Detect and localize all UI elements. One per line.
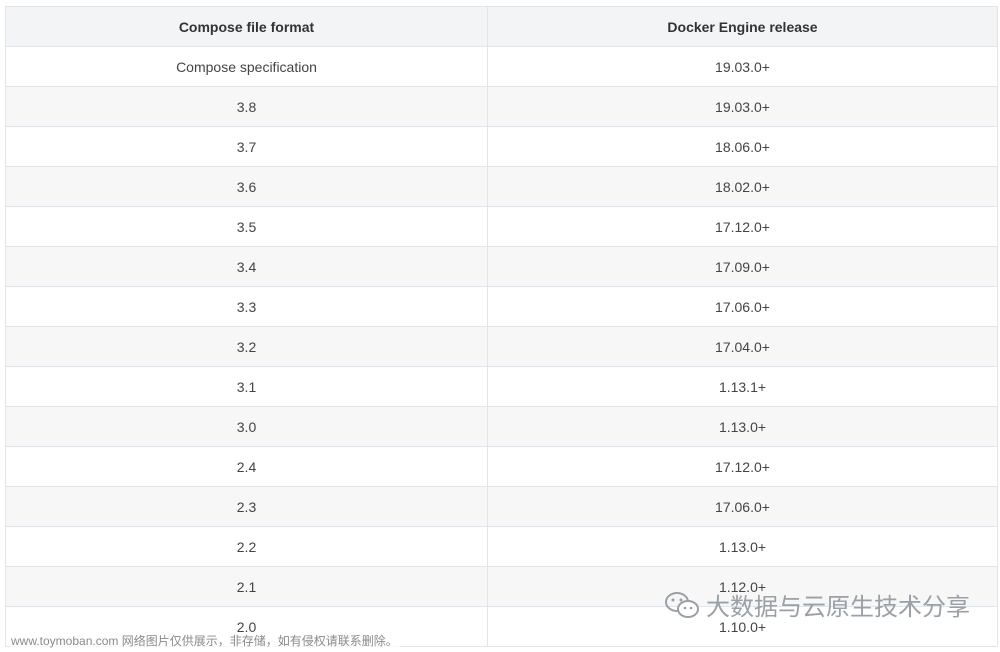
table-row: 3.1 1.13.1+ (5, 366, 998, 407)
cell-compose-format: 2.1 (5, 566, 488, 607)
cell-compose-format: Compose specification (5, 46, 488, 87)
cell-engine-release: 17.12.0+ (487, 206, 998, 247)
cell-engine-release: 1.13.0+ (487, 526, 998, 567)
header-docker-engine-release: Docker Engine release (487, 6, 998, 47)
table-row: 3.8 19.03.0+ (5, 86, 998, 127)
cell-engine-release: 19.03.0+ (487, 46, 998, 87)
account-watermark: 大数据与云原生技术分享 (664, 587, 970, 622)
wechat-icon (664, 590, 700, 620)
cell-engine-release: 1.13.0+ (487, 406, 998, 447)
site-watermark: www.toymoban.com 网络图片仅供展示，非存储，如有侵权请联系删除。 (9, 632, 400, 649)
cell-engine-release: 17.06.0+ (487, 286, 998, 327)
cell-engine-release: 18.02.0+ (487, 166, 998, 207)
table-header-row: Compose file format Docker Engine releas… (5, 6, 998, 47)
cell-compose-format: 3.6 (5, 166, 488, 207)
cell-engine-release: 1.13.1+ (487, 366, 998, 407)
cell-compose-format: 3.0 (5, 406, 488, 447)
header-compose-file-format: Compose file format (5, 6, 488, 47)
cell-compose-format: 3.8 (5, 86, 488, 127)
table-row: 3.5 17.12.0+ (5, 206, 998, 247)
cell-compose-format: 2.4 (5, 446, 488, 487)
table-row: 3.0 1.13.0+ (5, 406, 998, 447)
table-row: 3.4 17.09.0+ (5, 246, 998, 287)
cell-compose-format: 2.2 (5, 526, 488, 567)
table-row: 3.3 17.06.0+ (5, 286, 998, 327)
table-row: 2.4 17.12.0+ (5, 446, 998, 487)
cell-engine-release: 17.09.0+ (487, 246, 998, 287)
cell-compose-format: 3.3 (5, 286, 488, 327)
page: Compose file format Docker Engine releas… (0, 0, 1000, 652)
cell-engine-release: 17.06.0+ (487, 486, 998, 527)
table-row: Compose specification 19.03.0+ (5, 46, 998, 87)
table-row: 3.7 18.06.0+ (5, 126, 998, 167)
account-watermark-text: 大数据与云原生技术分享 (706, 594, 970, 621)
compose-compatibility-table: Compose file format Docker Engine releas… (5, 6, 998, 647)
cell-compose-format: 3.4 (5, 246, 488, 287)
cell-engine-release: 17.12.0+ (487, 446, 998, 487)
cell-engine-release: 19.03.0+ (487, 86, 998, 127)
cell-compose-format: 3.5 (5, 206, 488, 247)
cell-compose-format: 2.3 (5, 486, 488, 527)
cell-compose-format: 3.7 (5, 126, 488, 167)
table-row: 2.3 17.06.0+ (5, 486, 998, 527)
cell-compose-format: 3.2 (5, 326, 488, 367)
cell-engine-release: 18.06.0+ (487, 126, 998, 167)
cell-compose-format: 3.1 (5, 366, 488, 407)
table-row: 2.2 1.13.0+ (5, 526, 998, 567)
table-row: 3.6 18.02.0+ (5, 166, 998, 207)
cell-engine-release: 17.04.0+ (487, 326, 998, 367)
table-row: 3.2 17.04.0+ (5, 326, 998, 367)
